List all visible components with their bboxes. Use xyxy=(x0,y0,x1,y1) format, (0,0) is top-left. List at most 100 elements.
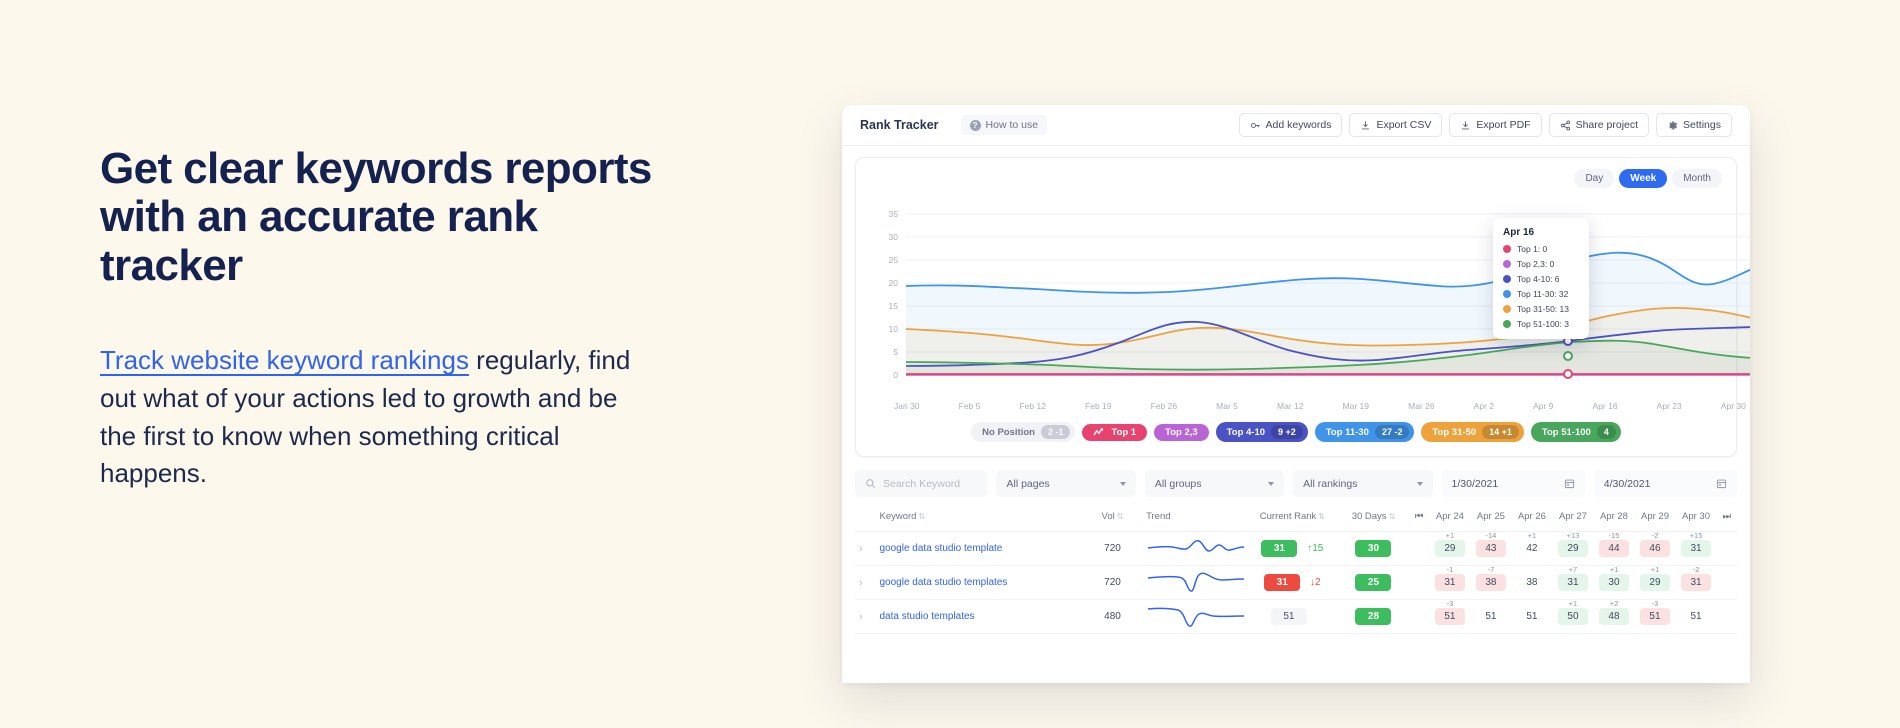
download-icon xyxy=(1362,120,1370,129)
column-header-date[interactable]: Apr 25 xyxy=(1470,511,1511,522)
column-header-date[interactable]: Apr 30 xyxy=(1676,511,1717,522)
day-value: 29 xyxy=(1557,540,1588,557)
day-value: 50 xyxy=(1557,608,1588,625)
x-tick: Apr 30 xyxy=(1720,401,1746,411)
legend-pill-top-11-30[interactable]: Top 11-30 27 -2 xyxy=(1314,422,1415,442)
day-cell: -3 51 xyxy=(1429,599,1470,625)
chevron-down-icon xyxy=(1416,481,1423,486)
series-color-dot xyxy=(1503,320,1511,328)
chart-tooltip: Apr 16 Top 1: 0 Top 2,3: 0 Top 4-10: 6 T… xyxy=(1493,218,1589,339)
share-project-button[interactable]: Share project xyxy=(1548,113,1650,137)
legend-pill-count: 4 xyxy=(1596,425,1616,439)
column-header-date[interactable]: Apr 28 xyxy=(1593,511,1634,522)
column-header-date[interactable]: Apr 26 xyxy=(1511,511,1552,522)
legend-pill-top-2-3[interactable]: Top 2,3 xyxy=(1154,423,1209,441)
keyword-rankings-link[interactable]: Track website keyword rankings xyxy=(100,345,469,375)
trend-sparkline xyxy=(1146,603,1247,630)
day-change: -2 xyxy=(1651,531,1659,540)
column-header-30-days[interactable]: 30 Days ⇅ xyxy=(1338,511,1409,522)
expand-row-chevron-icon[interactable]: › xyxy=(855,611,880,623)
table-row[interactable]: › data studio templates 480 51 28 -3 51 5… xyxy=(855,599,1737,634)
next-dates-button[interactable]: ⏭ xyxy=(1717,511,1738,522)
day-value: 51 xyxy=(1434,608,1465,625)
expand-row-chevron-icon[interactable]: › xyxy=(855,577,880,589)
trend-sparkline xyxy=(1146,535,1247,562)
granularity-option-day[interactable]: Day xyxy=(1574,169,1615,188)
tooltip-row-label: Top 11-30: 32 xyxy=(1517,289,1569,299)
legend-pill-top-51-100[interactable]: Top 51-100 4 xyxy=(1530,422,1621,442)
column-header-current-rank[interactable]: Current Rank ⇅ xyxy=(1247,511,1338,522)
date-from-value: 1/30/2021 xyxy=(1451,477,1499,490)
search-placeholder: Search Keyword xyxy=(883,477,961,490)
all-groups-select[interactable]: All groups xyxy=(1144,470,1285,497)
export-pdf-button[interactable]: Export PDF xyxy=(1449,113,1542,137)
rank-delta-value: 15 xyxy=(1312,543,1324,554)
column-header-vol[interactable]: Vol ⇅ xyxy=(1079,511,1146,522)
export-csv-button[interactable]: Export CSV xyxy=(1349,113,1443,137)
thirty-days-badge: 28 xyxy=(1355,608,1392,625)
day-value: 38 xyxy=(1475,574,1506,591)
column-header-date[interactable]: Apr 27 xyxy=(1552,511,1593,522)
granularity-option-month[interactable]: Month xyxy=(1672,169,1722,188)
settings-button[interactable]: Settings xyxy=(1656,113,1732,137)
export-csv-label: Export CSV xyxy=(1376,119,1432,131)
day-cell: -2 46 xyxy=(1634,531,1675,557)
legend-pill-top-4-10[interactable]: Top 4-10 9 +2 xyxy=(1215,422,1308,442)
legend-pill-label: Top 2,3 xyxy=(1165,426,1198,438)
column-header-date[interactable]: Apr 24 xyxy=(1429,511,1470,522)
all-rankings-select[interactable]: All rankings xyxy=(1293,470,1433,497)
expand-row-chevron-icon[interactable]: › xyxy=(855,543,880,555)
table-row[interactable]: › google data studio templates 720 31 ↓2… xyxy=(855,565,1737,600)
legend-pill-no-position[interactable]: No Position 2 -1 xyxy=(971,422,1076,442)
day-change: -14 xyxy=(1485,531,1497,540)
day-change: -1 xyxy=(1446,565,1454,574)
app-title: Rank Tracker xyxy=(860,118,939,132)
chevron-down-icon xyxy=(1119,481,1126,486)
legend-pill-top-1[interactable]: Top 1 xyxy=(1082,423,1148,441)
day-value: 31 xyxy=(1434,574,1465,591)
all-pages-select[interactable]: All pages xyxy=(996,470,1136,497)
x-tick: Mar 19 xyxy=(1342,401,1370,411)
date-to-input[interactable]: 4/30/2021 xyxy=(1593,470,1738,497)
vol-cell: 480 xyxy=(1104,611,1121,622)
day-change: +13 xyxy=(1566,531,1580,540)
table-header-row: Keyword ⇅ Vol ⇅ Trend Current Rank ⇅ 30 Day… xyxy=(855,511,1737,532)
legend-pill-count: 14 +1 xyxy=(1482,425,1519,439)
keyword-link[interactable]: data studio templates xyxy=(880,611,975,622)
thirty-days-badge: 30 xyxy=(1355,540,1392,557)
keyword-link[interactable]: google data studio templates xyxy=(880,577,1008,588)
x-tick: Apr 23 xyxy=(1656,401,1682,411)
how-to-use-button[interactable]: ? How to use xyxy=(960,115,1048,135)
column-header-keyword[interactable]: Keyword ⇅ xyxy=(880,511,1079,522)
keyword-link[interactable]: google data studio template xyxy=(880,543,1003,554)
add-keywords-button[interactable]: Add keywords xyxy=(1238,113,1343,137)
search-input[interactable]: Search Keyword xyxy=(855,470,988,497)
x-tick: Apr 2 xyxy=(1473,401,1494,411)
column-header-date[interactable]: Apr 29 xyxy=(1634,511,1675,522)
table-row[interactable]: › google data studio template 720 31 ↑15… xyxy=(855,531,1737,566)
day-change: +1 xyxy=(1527,531,1537,540)
x-tick: Mar 5 xyxy=(1216,401,1238,411)
granularity-option-week[interactable]: Week xyxy=(1619,169,1668,188)
column-header-30-days-label: 30 Days xyxy=(1351,511,1387,522)
day-change: -3 xyxy=(1651,599,1659,608)
date-from-input[interactable]: 1/30/2021 xyxy=(1441,470,1585,497)
keyword-cell: google data studio templates xyxy=(880,577,1079,588)
day-change: +1 xyxy=(1650,565,1660,574)
tooltip-row-label: Top 2,3: 0 xyxy=(1517,259,1555,269)
day-cell: 51 xyxy=(1676,608,1717,625)
day-value: 29 xyxy=(1434,540,1465,557)
legend-pill-count: 9 +2 xyxy=(1271,425,1303,439)
day-change: +15 xyxy=(1689,531,1703,540)
export-pdf-label: Export PDF xyxy=(1476,119,1531,131)
day-cell: 51 xyxy=(1470,608,1511,625)
day-value: 38 xyxy=(1516,574,1547,591)
prev-dates-button[interactable]: ⏮ xyxy=(1409,511,1430,522)
chevron-down-icon xyxy=(1268,481,1275,486)
add-keywords-label: Add keywords xyxy=(1265,119,1332,131)
x-tick: Apr 9 xyxy=(1533,401,1554,411)
legend-pill-top-31-50[interactable]: Top 31-50 14 +1 xyxy=(1421,422,1524,442)
rank-delta: ↓2 xyxy=(1310,577,1321,588)
day-value: 31 xyxy=(1681,540,1711,557)
day-value: 42 xyxy=(1516,540,1547,557)
